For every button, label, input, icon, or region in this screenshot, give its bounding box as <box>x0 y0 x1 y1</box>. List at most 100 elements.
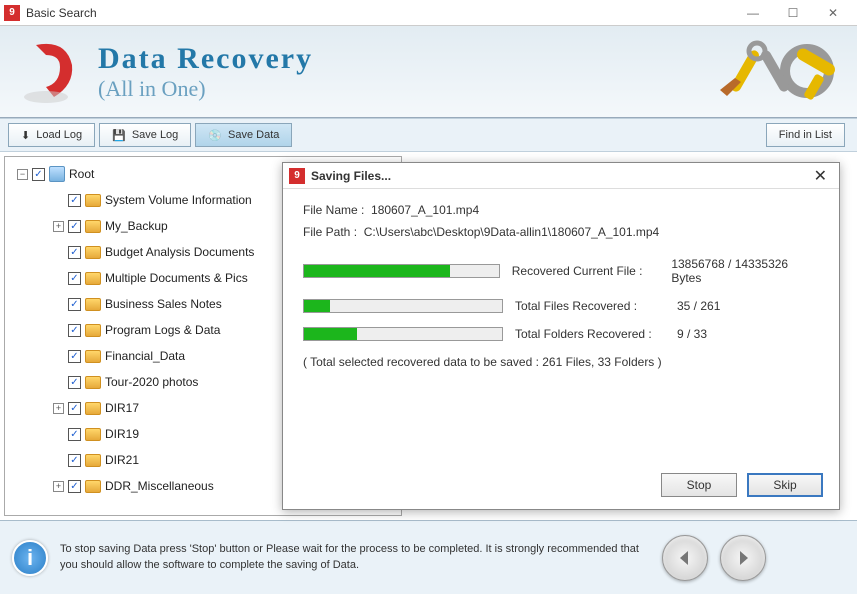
progress-total-folders: Total Folders Recovered : 9 / 33 <box>303 327 819 341</box>
save-log-button[interactable]: 💾Save Log <box>99 123 191 147</box>
dialog-close-button[interactable]: ✕ <box>808 166 833 186</box>
progress-label: Recovered Current File : <box>512 264 660 278</box>
expander-icon <box>53 195 64 206</box>
tree-item-label: DIR21 <box>105 453 139 467</box>
tree-item-label: Financial_Data <box>105 349 185 363</box>
checkbox[interactable]: ✓ <box>68 246 81 259</box>
save-data-button[interactable]: 💿 Save Data <box>195 123 292 147</box>
app-icon: 9 <box>4 5 20 21</box>
dialog-body: File Name : 180607_A_101.mp4 File Path :… <box>283 189 839 383</box>
banner-subtitle: (All in One) <box>98 76 313 102</box>
minimize-button[interactable]: — <box>733 1 773 25</box>
folder-icon <box>85 194 101 207</box>
tree-root-label: Root <box>69 167 94 181</box>
filename-label: File Name : <box>303 203 364 217</box>
expander-icon[interactable]: − <box>17 169 28 180</box>
find-in-list-button[interactable]: Find in List <box>766 123 845 147</box>
tree-item-label: Budget Analysis Documents <box>105 245 254 259</box>
app-icon: 9 <box>289 168 305 184</box>
expander-icon <box>53 299 64 310</box>
checkbox[interactable]: ✓ <box>68 350 81 363</box>
main-area: − ✓ Root ✓ System Volume Information + ✓ My_… <box>0 152 857 520</box>
expander-icon <box>53 247 64 258</box>
banner-text: Data Recovery (All in One) <box>98 42 313 102</box>
header-banner: Data Recovery (All in One) <box>0 26 857 118</box>
folder-icon <box>85 428 101 441</box>
load-log-button[interactable]: ⬇ Load Log <box>8 123 95 147</box>
titlebar: 9 Basic Search — ☐ ✕ <box>0 0 857 26</box>
info-icon: i <box>12 540 48 576</box>
tree-item-label: My_Backup <box>105 219 168 233</box>
footer: i To stop saving Data press 'Stop' butto… <box>0 520 857 594</box>
folder-icon <box>85 324 101 337</box>
progress-label: Total Files Recovered : <box>515 299 665 313</box>
saving-files-dialog: 9 Saving Files... ✕ File Name : 180607_A… <box>282 162 840 510</box>
window-title: Basic Search <box>26 6 733 20</box>
toolbar: ⬇ Load Log 💾Save Log 💿 Save Data Find in L… <box>0 118 857 152</box>
maximize-button[interactable]: ☐ <box>773 1 813 25</box>
checkbox[interactable]: ✓ <box>68 194 81 207</box>
progress-label: Total Folders Recovered : <box>515 327 665 341</box>
progress-bar <box>303 299 503 313</box>
tree-item-label: DIR17 <box>105 401 139 415</box>
expander-icon[interactable]: + <box>53 481 64 492</box>
tree-item-label: Tour-2020 photos <box>105 375 198 389</box>
checkbox[interactable]: ✓ <box>68 480 81 493</box>
tools-icon <box>685 36 845 106</box>
checkbox[interactable]: ✓ <box>68 402 81 415</box>
forward-button[interactable] <box>720 535 766 581</box>
footer-text: To stop saving Data press 'Stop' button … <box>60 542 650 573</box>
load-log-label: Load Log <box>36 129 82 141</box>
checkbox[interactable]: ✓ <box>68 376 81 389</box>
filepath-value: C:\Users\abc\Desktop\9Data-allin1\180607… <box>364 225 660 239</box>
progress-bar <box>303 264 500 278</box>
folder-icon <box>85 220 101 233</box>
expander-icon[interactable]: + <box>53 403 64 414</box>
checkbox[interactable]: ✓ <box>68 428 81 441</box>
expander-icon[interactable]: + <box>53 221 64 232</box>
tree-item-label: DDR_Miscellaneous <box>105 479 214 493</box>
folder-icon <box>85 402 101 415</box>
checkbox[interactable]: ✓ <box>68 272 81 285</box>
tree-item-label: System Volume Information <box>105 193 252 207</box>
tree-item-label: DIR19 <box>105 427 139 441</box>
logo-icon <box>16 37 86 107</box>
filepath-row: File Path : C:\Users\abc\Desktop\9Data-a… <box>303 225 819 239</box>
folder-icon <box>85 350 101 363</box>
save-data-label: Save Data <box>228 129 279 141</box>
stop-button[interactable]: Stop <box>661 473 737 497</box>
expander-icon <box>53 273 64 284</box>
progress-bar <box>303 327 503 341</box>
filename-row: File Name : 180607_A_101.mp4 <box>303 203 819 217</box>
dialog-titlebar: 9 Saving Files... ✕ <box>283 163 839 189</box>
disk-icon: 💿 <box>208 129 222 142</box>
drive-icon <box>49 166 65 182</box>
tree-item-label: Multiple Documents & Pics <box>105 271 248 285</box>
checkbox[interactable]: ✓ <box>68 324 81 337</box>
checkbox[interactable]: ✓ <box>68 454 81 467</box>
save-icon: 💾 <box>112 129 126 142</box>
back-button[interactable] <box>662 535 708 581</box>
expander-icon <box>53 351 64 362</box>
checkbox[interactable]: ✓ <box>68 220 81 233</box>
progress-total-files: Total Files Recovered : 35 / 261 <box>303 299 819 313</box>
progress-current-file: Recovered Current File : 13856768 / 1433… <box>303 257 819 285</box>
summary-text: ( Total selected recovered data to be sa… <box>303 355 819 369</box>
dialog-title: Saving Files... <box>311 169 808 183</box>
checkbox[interactable]: ✓ <box>68 298 81 311</box>
folder-icon <box>85 272 101 285</box>
expander-icon <box>53 325 64 336</box>
expander-icon <box>53 455 64 466</box>
expander-icon <box>53 377 64 388</box>
tree-item-label: Program Logs & Data <box>105 323 220 337</box>
checkbox[interactable]: ✓ <box>32 168 45 181</box>
download-icon: ⬇ <box>21 129 30 142</box>
folder-icon <box>85 454 101 467</box>
progress-value: 13856768 / 14335326 Bytes <box>671 257 819 285</box>
filepath-label: File Path : <box>303 225 357 239</box>
expander-icon <box>53 429 64 440</box>
skip-button[interactable]: Skip <box>747 473 823 497</box>
banner-title: Data Recovery <box>98 42 313 76</box>
close-button[interactable]: ✕ <box>813 1 853 25</box>
folder-icon <box>85 376 101 389</box>
